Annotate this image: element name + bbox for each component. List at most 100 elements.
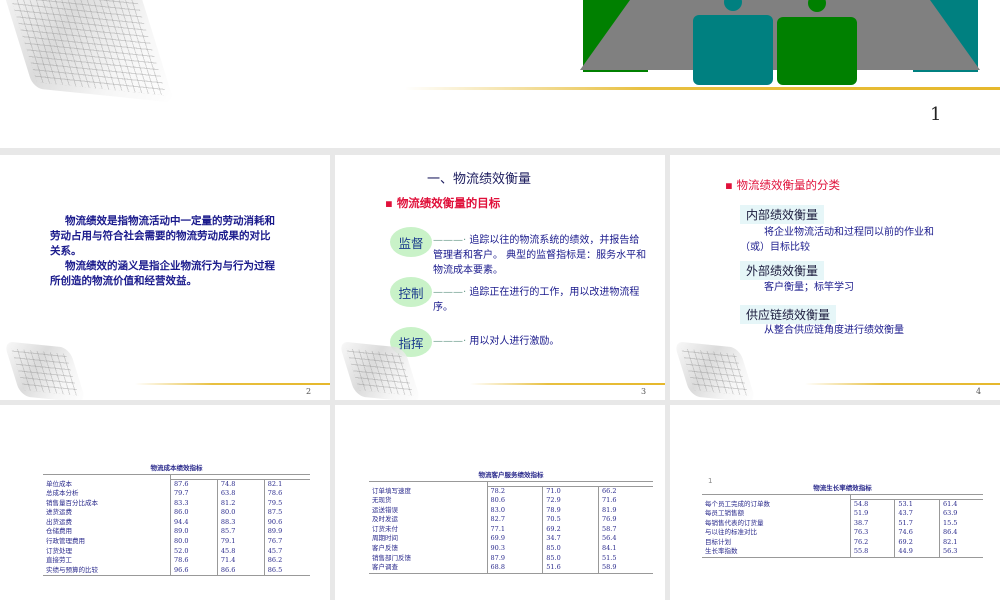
value-cell: 45.8 — [216, 546, 265, 557]
table-row: 直接劳工 78.6 71.4 86.2 — [43, 556, 310, 566]
value-cell: 78.6 — [170, 556, 218, 566]
value-cell: 86.0 — [170, 508, 218, 518]
value-cell: 76.9 — [598, 515, 653, 525]
slide-thumbnail-7[interactable]: 1 物流生长率绩效指标 每个员工完成的订单数 54.8 53.1 61.4 每员工销售额 5… — [670, 405, 1000, 600]
value-cell: 83.0 — [486, 505, 543, 516]
value-cell: 51.6 — [542, 563, 599, 574]
value-cell: 85.0 — [542, 544, 599, 554]
goal-description: ———· 追踪以往的物流系统的绩效，并报告给管理者和客户。 典型的监督指标是：服… — [433, 233, 648, 278]
table-row: 行政管理费用 80.0 79.1 76.7 — [43, 537, 310, 547]
dash: ———· — [433, 235, 467, 246]
value-cell: 74.8 — [216, 479, 265, 490]
slide-thumbnail-3[interactable]: 一、物流绩效衡量 ▪ 物流绩效衡量的目标 监督 ———· 追踪以往的物流系统的绩… — [335, 155, 665, 400]
slide-thumbnail-2[interactable]: 物流绩效是指物流活动中一定量的劳动消耗和劳动占用与符合社会需要的物流劳动成果的对… — [0, 155, 330, 400]
service-kpi-table: 物流客户服务绩效指标 订单填写速度 78.2 71.0 66.2 无现货 80.6 72.9 7… — [369, 469, 653, 574]
table-row: 周期时间 69.9 34.7 56.4 — [369, 534, 653, 545]
table-row: 订货处理 52.0 45.8 45.7 — [43, 546, 310, 557]
value-cell: 77.1 — [486, 524, 543, 535]
value-cell: 56.4 — [598, 534, 653, 545]
table-row: 目标计划 76.2 69.2 82.1 — [702, 537, 983, 548]
value-cell: 74.6 — [894, 528, 940, 538]
slide-number: 3 — [641, 387, 647, 396]
bullet-heading: ▪ 物流绩效衡量的目标 — [385, 196, 501, 210]
value-cell: 58.7 — [598, 524, 653, 535]
dash: ———· — [433, 287, 467, 298]
table-row: 无现货 80.6 72.9 71.6 — [369, 496, 653, 506]
table-title: 物流成本绩效指标 — [150, 464, 203, 472]
table-row: 订货未付 77.1 69.2 58.7 — [369, 524, 653, 535]
metric-cell: 及时发运 — [372, 515, 398, 524]
table-row: 总成本分析 79.7 63.8 78.6 — [43, 489, 310, 499]
goal-text: 用以对人进行激励。 — [469, 336, 560, 347]
metric-cell: 直接劳工 — [46, 556, 72, 565]
table-row: 销售量百分比成本 83.3 81.2 79.5 — [43, 498, 310, 509]
value-cell: 85.0 — [542, 553, 599, 564]
table-row: 每个员工完成的订单数 54.8 53.1 61.4 — [702, 499, 983, 510]
value-cell: 87.9 — [486, 553, 543, 564]
value-cell: 79.5 — [263, 498, 310, 509]
value-cell: 71.4 — [216, 556, 265, 566]
slide-thumbnail-1[interactable]: 1 — [0, 0, 1000, 148]
category-description: 将企业物流活动和过程同以前的作业和（或）目标比较 — [740, 227, 934, 253]
goal-description: ———· 用以对人进行激励。 — [433, 334, 643, 349]
keyboard-image — [673, 341, 757, 400]
value-cell: 52.0 — [170, 546, 218, 557]
slide-thumbnail-5[interactable]: 物流成本绩效指标单位成本 87.6 74.8 82.1 总成本分析 79.7 63.8 78.… — [0, 405, 330, 600]
table-row: 每员工销售额 51.9 43.7 63.9 — [702, 509, 983, 519]
value-cell: 72.9 — [542, 496, 599, 506]
value-cell: 86.5 — [263, 565, 310, 576]
value-cell: 83.3 — [170, 498, 218, 509]
category-internal: 内部绩效衡量 — [740, 205, 825, 224]
metric-cell: 运送错误 — [372, 505, 398, 514]
value-cell: 78.2 — [486, 486, 543, 497]
value-cell: 76.3 — [849, 528, 895, 538]
value-cell: 76.7 — [263, 537, 310, 547]
table-title: 物流生长率绩效指标 — [813, 484, 872, 492]
metric-cell: 客户反馈 — [372, 544, 398, 553]
divider-line — [805, 383, 1000, 385]
table-row: 客户调查 68.8 51.6 58.9 — [369, 563, 653, 574]
value-cell: 86.2 — [263, 556, 310, 566]
value-cell: 82.7 — [486, 515, 543, 525]
value-cell: 51.7 — [894, 518, 940, 529]
metric-cell: 周期时间 — [372, 534, 398, 543]
value-cell: 69.2 — [894, 537, 940, 548]
table-row: 销售部门反馈 87.9 85.0 51.5 — [369, 553, 653, 564]
value-cell: 15.5 — [938, 518, 983, 529]
table-row: 出货运费 94.4 88.3 90.6 — [43, 517, 310, 528]
category-description: 从整合供应链角度进行绩效衡量 — [764, 325, 904, 336]
value-cell: 89.9 — [263, 527, 310, 538]
table-row: 运送错误 83.0 78.9 81.9 — [369, 505, 653, 516]
table-row: 进货运费 86.0 80.0 87.5 — [43, 508, 310, 518]
goal-oval-control: 控制 — [390, 277, 432, 307]
metric-cell: 每员工销售额 — [705, 509, 744, 518]
growth-kpi-table: 物流生长率绩效指标 每个员工完成的订单数 54.8 53.1 61.4 每员工销售额 51.… — [702, 482, 983, 559]
value-cell: 54.8 — [849, 499, 895, 510]
keyboard-image — [0, 0, 175, 103]
slide-title: 一、物流绩效衡量 — [427, 172, 532, 187]
table-row: 每销售代表的订货量 38.7 51.7 15.5 — [702, 518, 983, 529]
value-cell: 38.7 — [849, 518, 895, 529]
value-cell: 80.6 — [486, 496, 543, 506]
value-cell: 82.1 — [263, 479, 310, 490]
keyboard-image — [3, 341, 87, 400]
data-table: 订单填写速度 78.2 71.0 66.2 无现货 80.6 72.9 71.6 运送错误 83.… — [369, 481, 653, 574]
value-cell: 78.6 — [263, 489, 310, 499]
metric-cell: 仓储费用 — [46, 527, 72, 536]
value-cell: 71.6 — [598, 496, 653, 506]
value-cell: 80.0 — [170, 537, 218, 547]
metric-cell: 订单填写速度 — [372, 486, 411, 495]
value-cell: 84.1 — [598, 544, 653, 554]
data-table: 单位成本 87.6 74.8 82.1 总成本分析 79.7 63.8 78.6 销售量百分比成… — [43, 474, 310, 577]
metric-cell: 订货处理 — [46, 546, 72, 555]
value-cell: 88.3 — [216, 517, 265, 528]
slide-thumbnail-4[interactable]: ▪ 物流绩效衡量的分类 内部绩效衡量 将企业物流活动和过程同以前的作业和（或）目… — [670, 155, 1000, 400]
category-supply-chain: 供应链绩效衡量 — [740, 305, 837, 324]
table-row: 及时发运 82.7 70.5 76.9 — [369, 515, 653, 525]
value-cell: 68.8 — [486, 563, 543, 574]
slide-thumbnail-6[interactable]: 物流客户服务绩效指标 订单填写速度 78.2 71.0 66.2 无现货 80.6 72.9 7… — [335, 405, 665, 600]
value-cell: 43.7 — [894, 509, 940, 519]
value-cell: 85.7 — [216, 527, 265, 538]
metric-cell: 销售部门反馈 — [372, 553, 411, 562]
value-cell: 80.0 — [216, 508, 265, 518]
